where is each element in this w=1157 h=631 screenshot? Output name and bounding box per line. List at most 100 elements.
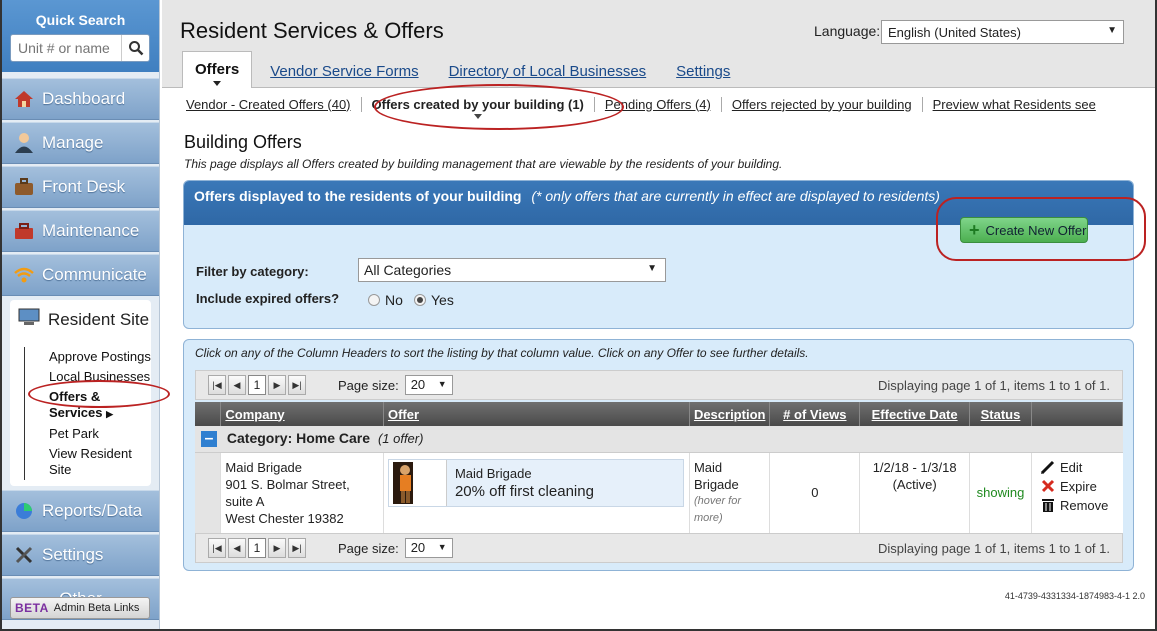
offer-card[interactable]: Maid Brigade 20% off first cleaning xyxy=(387,458,684,507)
pager-bottom: |◀ ◀ 1 ▶ ▶| Page size: 20 ▼ Displaying pa… xyxy=(195,533,1123,563)
caret-right-icon: ▶ xyxy=(106,409,114,419)
actions-cell: Edit Expire Remove xyxy=(1031,452,1123,534)
column-header-status[interactable]: Status xyxy=(969,402,1032,426)
page-title: Resident Services & Offers xyxy=(180,18,444,43)
nav-communicate[interactable]: Communicate xyxy=(2,254,159,296)
last-page-button[interactable]: ▶| xyxy=(288,375,306,395)
page-number[interactable]: 1 xyxy=(248,538,266,558)
list-hint: Click on any of the Column Headers to so… xyxy=(195,346,809,360)
column-header-company[interactable]: Company xyxy=(220,402,384,426)
edit-action[interactable]: Edit xyxy=(1040,459,1119,476)
description-text: Maid Brigade xyxy=(693,459,739,492)
subtab-vendor-created[interactable]: Vendor - Created Offers (40) xyxy=(176,96,362,112)
offer-panel-header-note: (* only offers that are currently in eff… xyxy=(531,188,940,204)
column-header-offer[interactable]: Offer xyxy=(383,402,690,426)
subtab-rejected[interactable]: Offers rejected by your building xyxy=(722,96,923,112)
remove-action[interactable]: Remove xyxy=(1040,497,1119,514)
nav-front-desk[interactable]: Front Desk xyxy=(2,166,159,208)
radio-expired-yes[interactable]: Yes xyxy=(414,292,454,308)
dropdown-arrow-icon: ▼ xyxy=(437,542,447,552)
beta-label: Admin Beta Links xyxy=(53,602,140,614)
radio-expired-no[interactable]: No xyxy=(368,292,403,308)
page-size-select[interactable]: 20 ▼ xyxy=(404,375,453,395)
toolbox-icon xyxy=(12,219,36,243)
beta-links-button[interactable]: BETA Admin Beta Links xyxy=(10,597,150,619)
page-size-value: 20 xyxy=(410,540,426,555)
main-tabs: Offers Vendor Service Forms Directory of… xyxy=(182,51,760,88)
nav-reports[interactable]: Reports/Data xyxy=(2,490,159,532)
page-info: Displaying page 1 of 1, items 1 to 1 of … xyxy=(878,377,1110,393)
nav-manage[interactable]: Manage xyxy=(2,122,159,164)
briefcase-icon xyxy=(12,175,36,199)
nav-communicate-label: Communicate xyxy=(42,265,147,284)
nav-settings[interactable]: Settings xyxy=(2,534,159,576)
description-cell[interactable]: Maid Brigade (hover for more) xyxy=(689,452,771,534)
filter-label: Filter by category: xyxy=(196,264,309,279)
offer-text: Maid Brigade 20% off first cleaning xyxy=(447,460,602,506)
page-size-select[interactable]: 20 ▼ xyxy=(404,538,453,558)
subtab-pending[interactable]: Pending Offers (4) xyxy=(595,96,722,112)
company-name: Maid Brigade xyxy=(225,459,303,475)
sidebar-link-offers-services[interactable]: Offers & Services ▶ xyxy=(24,387,151,424)
sidebar-link-pet-park[interactable]: Pet Park xyxy=(24,424,151,444)
subtab-preview[interactable]: Preview what Residents see xyxy=(923,97,1106,112)
prev-page-button[interactable]: ◀ xyxy=(228,538,246,558)
column-header-views[interactable]: # of Views xyxy=(769,402,861,426)
nav-manage-label: Manage xyxy=(42,133,104,152)
nav-dashboard[interactable]: Dashboard xyxy=(2,78,159,120)
last-page-button[interactable]: ▶| xyxy=(288,538,306,558)
offer-subtitle: 20% off first cleaning xyxy=(454,482,594,500)
expired-label: Include expired offers? xyxy=(196,291,340,306)
tab-offers[interactable]: Offers xyxy=(182,51,253,88)
first-page-button[interactable]: |◀ xyxy=(208,375,226,395)
pen-icon xyxy=(1040,459,1056,475)
trash-icon xyxy=(1040,497,1056,513)
column-header-effective-date[interactable]: Effective Date xyxy=(859,402,971,426)
radio-no-dot xyxy=(368,294,380,306)
create-new-offer-button[interactable]: + Create New Offer xyxy=(960,217,1088,243)
offers-table: Company Offer Description # of Views Eff… xyxy=(195,402,1124,534)
views-value: 0 xyxy=(811,485,819,500)
category-label: Category: Home Care xyxy=(226,430,371,447)
offer-cell[interactable]: Maid Brigade 20% off first cleaning xyxy=(383,452,690,534)
tab-vendor-service-forms[interactable]: Vendor Service Forms xyxy=(270,63,418,88)
create-new-offer-label: Create New Offer xyxy=(985,222,1087,238)
tab-directory-local-businesses[interactable]: Directory of Local Businesses xyxy=(449,63,647,88)
sidebar: Quick Search Dashboard Manage Front Desk… xyxy=(2,0,160,629)
language-value: English (United States) xyxy=(888,25,1021,40)
offers-list-panel: Click on any of the Column Headers to so… xyxy=(183,339,1134,571)
sidebar-link-local-businesses[interactable]: Local Businesses xyxy=(24,367,151,387)
nav-maintenance-label: Maintenance xyxy=(42,221,140,240)
prev-page-button[interactable]: ◀ xyxy=(228,375,246,395)
beta-badge: BETA xyxy=(15,601,49,615)
column-header-description[interactable]: Description xyxy=(689,402,771,426)
nav-dashboard-label: Dashboard xyxy=(42,89,126,108)
category-select[interactable]: All Categories ▼ xyxy=(358,258,666,282)
effective-date-cell: 1/2/18 - 1/3/18 (Active) xyxy=(859,452,971,534)
sidebar-link-approve-postings[interactable]: Approve Postings xyxy=(24,347,151,367)
dropdown-arrow-icon: ▼ xyxy=(1107,25,1117,36)
footer-id: 41-4739-4331334-1874983-4-1 2.0 xyxy=(1004,591,1145,601)
nav-maintenance[interactable]: Maintenance xyxy=(2,210,159,252)
quick-search-title: Quick Search xyxy=(35,12,126,28)
page-number[interactable]: 1 xyxy=(248,375,266,395)
tab-settings[interactable]: Settings xyxy=(676,63,730,88)
resident-site-title[interactable]: Resident Site xyxy=(18,308,151,331)
subtabs: Vendor - Created Offers (40) Offers crea… xyxy=(176,92,1106,119)
row-spacer xyxy=(195,452,222,534)
dropdown-arrow-icon: ▼ xyxy=(437,379,447,389)
category-row: – Category: Home Care (1 offer) xyxy=(195,426,1123,453)
language-select[interactable]: English (United States) ▼ xyxy=(881,20,1124,44)
next-page-button[interactable]: ▶ xyxy=(268,375,286,395)
radio-yes-label: Yes xyxy=(431,292,454,308)
search-icon[interactable] xyxy=(121,35,149,61)
subtab-created-by-building[interactable]: Offers created by your building (1) xyxy=(362,96,595,119)
next-page-button[interactable]: ▶ xyxy=(268,538,286,558)
expire-action[interactable]: Expire xyxy=(1040,478,1119,495)
sidebar-link-view-resident-site[interactable]: View Resident Site xyxy=(24,444,151,480)
first-page-button[interactable]: |◀ xyxy=(208,538,226,558)
quick-search-input[interactable] xyxy=(11,35,121,61)
collapse-icon[interactable]: – xyxy=(201,431,217,448)
table-row[interactable]: Maid Brigade 901 S. Bolmar Street, suite… xyxy=(195,452,1123,534)
remove-label: Remove xyxy=(1059,497,1109,513)
